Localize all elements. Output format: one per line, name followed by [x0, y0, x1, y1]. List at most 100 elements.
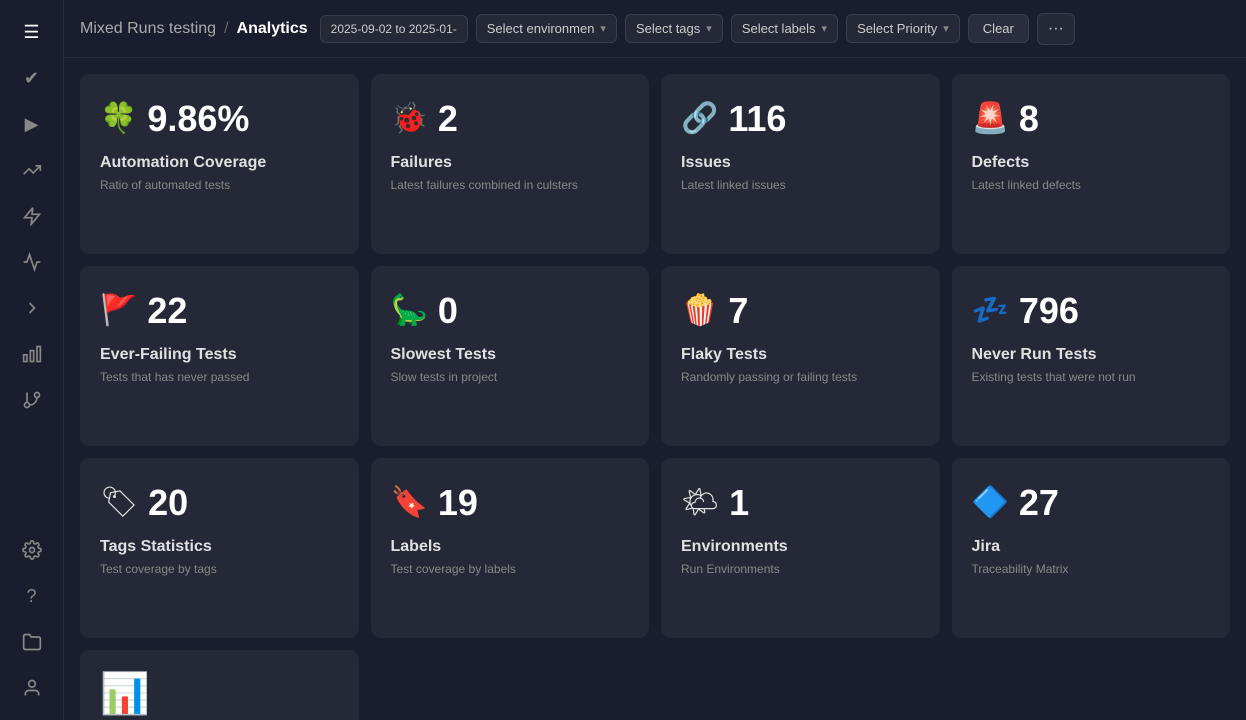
metric-subtitle-defects: Latest linked defects	[972, 178, 1211, 192]
metric-value-row: 🔷 27	[972, 482, 1211, 524]
header-filters: 2025-09-02 to 2025-01- Select environmen…	[320, 13, 1230, 45]
metric-card-ever-failing[interactable]: 🚩 22 Ever-Failing Tests Tests that has n…	[80, 266, 359, 446]
breadcrumb-separator: /	[224, 20, 228, 38]
metric-card-labels[interactable]: 🔖 19 Labels Test coverage by labels	[371, 458, 650, 638]
metric-subtitle-slowest-tests: Slow tests in project	[391, 370, 630, 384]
main-content: Mixed Runs testing / Analytics 2025-09-0…	[64, 0, 1246, 720]
metric-number-defects: 8	[1019, 98, 1039, 140]
metric-value-row: 💤 796	[972, 290, 1211, 332]
metric-subtitle-jira: Traceability Matrix	[972, 562, 1211, 576]
metric-value-row: 🚨 8	[972, 98, 1211, 140]
metric-title-environments: Environments	[681, 538, 920, 556]
breadcrumb-current: Analytics	[237, 20, 308, 38]
metric-card-automation-coverage[interactable]: 🍀 9.86% Automation Coverage Ratio of aut…	[80, 74, 359, 254]
breadcrumb-project: Mixed Runs testing	[80, 20, 216, 38]
metric-title-failures: Failures	[391, 154, 630, 172]
chart-emoji-row: 📊	[100, 674, 339, 714]
activity-icon[interactable]	[12, 242, 52, 282]
help-icon[interactable]: ?	[12, 576, 52, 616]
tags-select[interactable]: Select tags ▾	[625, 14, 723, 43]
metric-card-environments[interactable]: 🌤 1 Environments Run Environments	[661, 458, 940, 638]
metric-number-automation-coverage: 9.86%	[147, 98, 249, 140]
clear-button[interactable]: Clear	[968, 14, 1029, 43]
header: Mixed Runs testing / Analytics 2025-09-0…	[64, 0, 1246, 58]
metric-number-tags-statistics: 20	[148, 482, 188, 524]
tags-arrow-icon: ▾	[706, 22, 712, 35]
labels-arrow-icon: ▾	[822, 22, 828, 35]
metric-emoji-environments: 🌤	[681, 488, 719, 518]
metric-subtitle-failures: Latest failures combined in culsters	[391, 178, 630, 192]
terminal-icon[interactable]	[12, 288, 52, 328]
metric-card-issues[interactable]: 🔗 116 Issues Latest linked issues	[661, 74, 940, 254]
trend-icon[interactable]	[12, 150, 52, 190]
metric-subtitle-tags-statistics: Test coverage by tags	[100, 562, 339, 576]
metric-number-ever-failing: 22	[147, 290, 187, 332]
metric-number-issues: 116	[728, 98, 786, 140]
metric-card-tags-statistics[interactable]: 🏷 20 Tags Statistics Test coverage by ta…	[80, 458, 359, 638]
more-options-button[interactable]: ···	[1037, 13, 1075, 45]
env-arrow-icon: ▾	[600, 22, 606, 35]
metric-subtitle-never-run-tests: Existing tests that were not run	[972, 370, 1211, 384]
metric-value-row: 🚩 22	[100, 290, 339, 332]
metric-number-never-run-tests: 796	[1019, 290, 1079, 332]
metric-card-failures[interactable]: 🐞 2 Failures Latest failures combined in…	[371, 74, 650, 254]
metric-title-issues: Issues	[681, 154, 920, 172]
user-icon[interactable]	[12, 668, 52, 708]
metric-card-flaky-tests[interactable]: 🍿 7 Flaky Tests Randomly passing or fail…	[661, 266, 940, 446]
metric-emoji-automation-coverage: 🍀	[100, 104, 137, 134]
labels-select[interactable]: Select labels ▾	[731, 14, 838, 43]
metric-card-chart-card[interactable]: 📊	[80, 650, 359, 720]
metric-card-never-run-tests[interactable]: 💤 796 Never Run Tests Existing tests tha…	[952, 266, 1231, 446]
metric-emoji-slowest-tests: 🦕	[391, 296, 428, 326]
metric-emoji-ever-failing: 🚩	[100, 296, 137, 326]
metric-card-jira[interactable]: 🔷 27 Jira Traceability Matrix	[952, 458, 1231, 638]
play-icon[interactable]: ▶	[12, 104, 52, 144]
metric-value-row: 🏷 20	[100, 482, 339, 524]
date-filter[interactable]: 2025-09-02 to 2025-01-	[320, 15, 468, 43]
priority-select[interactable]: Select Priority ▾	[846, 14, 960, 43]
metric-number-labels: 19	[438, 482, 478, 524]
metric-title-slowest-tests: Slowest Tests	[391, 346, 630, 364]
metric-subtitle-ever-failing: Tests that has never passed	[100, 370, 339, 384]
metric-subtitle-labels: Test coverage by labels	[391, 562, 630, 576]
sidebar: ☰ ✔ ▶ ?	[0, 0, 64, 720]
metric-title-automation-coverage: Automation Coverage	[100, 154, 339, 172]
metric-title-flaky-tests: Flaky Tests	[681, 346, 920, 364]
metric-number-jira: 27	[1019, 482, 1059, 524]
metric-emoji-issues: 🔗	[681, 104, 718, 134]
hamburger-icon[interactable]: ☰	[12, 12, 52, 52]
metric-emoji-jira: 🔷	[972, 488, 1009, 518]
metric-title-tags-statistics: Tags Statistics	[100, 538, 339, 556]
metric-emoji-labels: 🔖	[391, 488, 428, 518]
metric-value-row: 🍿 7	[681, 290, 920, 332]
metric-card-slowest-tests[interactable]: 🦕 0 Slowest Tests Slow tests in project	[371, 266, 650, 446]
metric-title-defects: Defects	[972, 154, 1211, 172]
metric-emoji-failures: 🐞	[391, 104, 428, 134]
breadcrumb: Mixed Runs testing / Analytics	[80, 20, 308, 38]
metric-value-row: 🌤 1	[681, 482, 920, 524]
branch-icon[interactable]	[12, 380, 52, 420]
metric-title-never-run-tests: Never Run Tests	[972, 346, 1211, 364]
metric-number-slowest-tests: 0	[438, 290, 458, 332]
priority-arrow-icon: ▾	[943, 22, 949, 35]
folder-icon[interactable]	[12, 622, 52, 662]
metric-value-row: 🔖 19	[391, 482, 630, 524]
metric-value-row: 🔗 116	[681, 98, 920, 140]
metric-emoji-tags-statistics: 🏷	[100, 488, 138, 518]
metric-emoji-flaky-tests: 🍿	[681, 296, 718, 326]
metric-value-row: 🍀 9.86%	[100, 98, 339, 140]
metric-number-failures: 2	[438, 98, 458, 140]
metric-title-ever-failing: Ever-Failing Tests	[100, 346, 339, 364]
chart-icon: 📊	[100, 674, 150, 714]
metric-emoji-never-run-tests: 💤	[972, 296, 1009, 326]
metric-subtitle-environments: Run Environments	[681, 562, 920, 576]
check-icon[interactable]: ✔	[12, 58, 52, 98]
metric-subtitle-automation-coverage: Ratio of automated tests	[100, 178, 339, 192]
env-select[interactable]: Select environmen ▾	[476, 14, 617, 43]
lightning-icon[interactable]	[12, 196, 52, 236]
metric-number-flaky-tests: 7	[728, 290, 748, 332]
metric-card-defects[interactable]: 🚨 8 Defects Latest linked defects	[952, 74, 1231, 254]
bar-chart-icon[interactable]	[12, 334, 52, 374]
settings-icon[interactable]	[12, 530, 52, 570]
metric-subtitle-issues: Latest linked issues	[681, 178, 920, 192]
